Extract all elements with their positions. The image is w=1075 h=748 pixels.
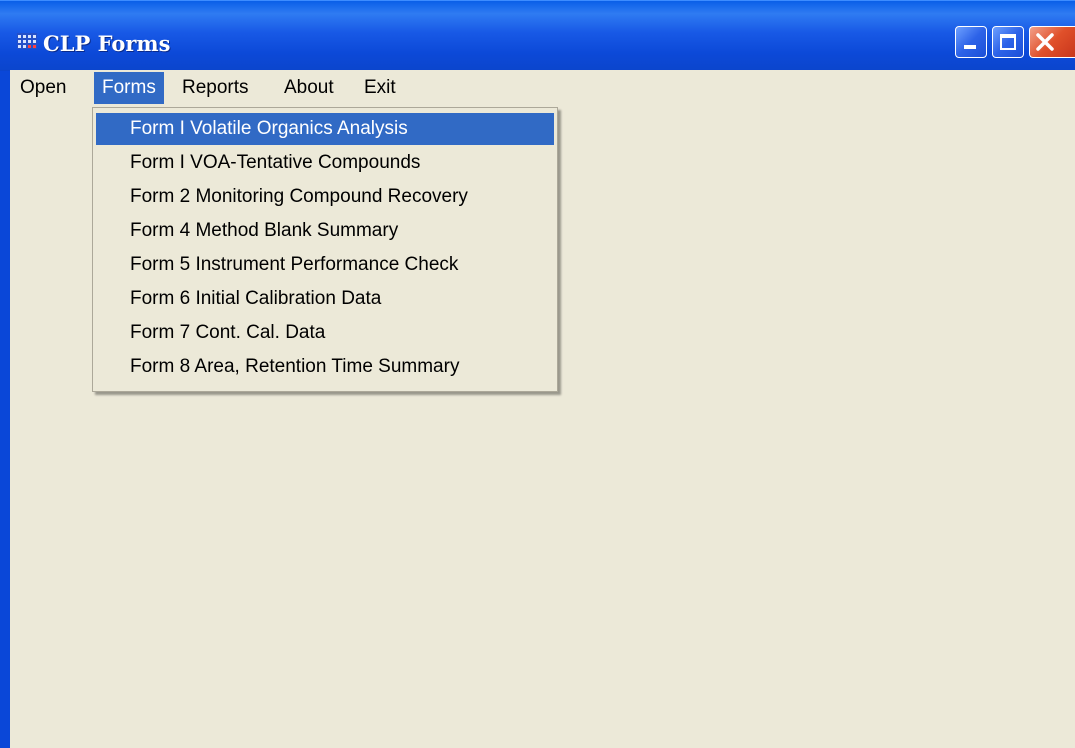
client-area: Open Forms Reports About Exit Form I Vol… (10, 70, 1075, 748)
menu-item-form-4-method-blank[interactable]: Form 4 Method Blank Summary (96, 215, 554, 247)
maximize-button[interactable] (992, 26, 1024, 58)
menu-item-form-8-area-retention[interactable]: Form 8 Area, Retention Time Summary (96, 351, 554, 383)
close-button[interactable] (1029, 26, 1075, 58)
menu-exit[interactable]: Exit (356, 72, 404, 104)
minimize-button[interactable] (955, 26, 987, 58)
forms-dropdown-menu: Form I Volatile Organics Analysis Form I… (92, 107, 558, 392)
menu-forms[interactable]: Forms (94, 72, 164, 104)
menu-item-form-6-initial-calibration[interactable]: Form 6 Initial Calibration Data (96, 283, 554, 315)
menu-reports[interactable]: Reports (174, 72, 257, 104)
maximize-icon (1000, 34, 1016, 50)
menu-item-form-1-volatile-organics[interactable]: Form I Volatile Organics Analysis (96, 113, 554, 145)
menu-item-form-7-cont-cal[interactable]: Form 7 Cont. Cal. Data (96, 317, 554, 349)
minimize-icon (964, 45, 976, 49)
menu-item-form-2-monitoring[interactable]: Form 2 Monitoring Compound Recovery (96, 181, 554, 213)
menu-open[interactable]: Open (12, 72, 74, 104)
window-title: CLP Forms (43, 31, 171, 56)
app-window: CLP Forms Open Forms Reports About Exit … (0, 0, 1075, 748)
menu-about[interactable]: About (276, 72, 342, 104)
close-icon (1036, 33, 1054, 51)
title-bar[interactable]: CLP Forms (0, 0, 1075, 71)
menu-item-form-1-voa-tentative[interactable]: Form I VOA-Tentative Compounds (96, 147, 554, 179)
menu-item-form-5-instrument[interactable]: Form 5 Instrument Performance Check (96, 249, 554, 281)
app-grid-icon (17, 33, 37, 49)
menu-bar: Open Forms Reports About Exit (10, 70, 1075, 106)
